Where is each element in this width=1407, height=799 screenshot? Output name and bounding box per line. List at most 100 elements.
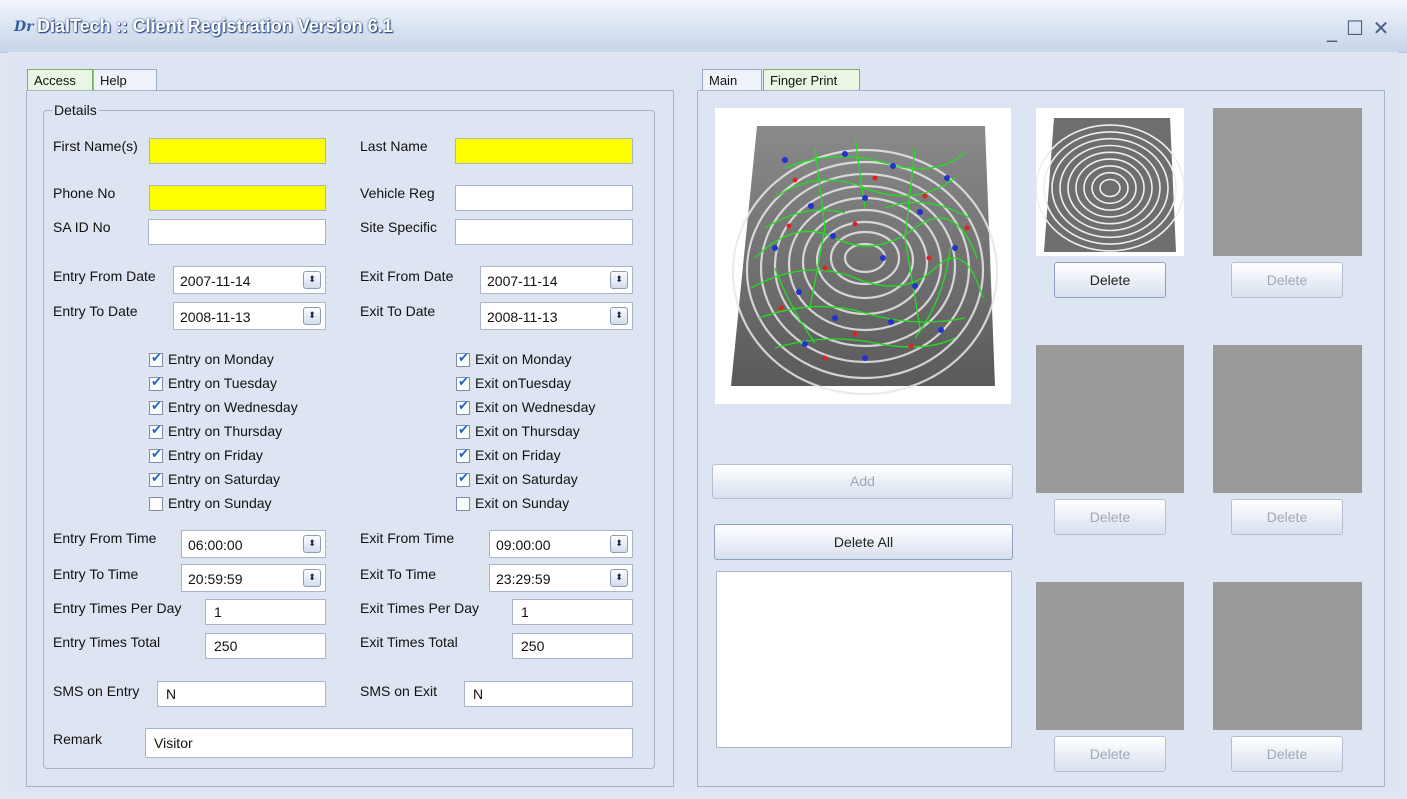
empty-fingerprint-slot [1213,345,1362,493]
checkmark-icon: ✔ [458,399,469,414]
tab-finger-print[interactable]: Finger Print [763,69,860,91]
empty-fingerprint-slot [1213,108,1362,256]
entry-day-label[interactable]: Entry on Saturday [168,471,280,487]
exit-day-label[interactable]: Exit onTuesday [475,375,571,391]
entry-from-time-spinner[interactable]: 06:00:00 ⬍ [181,530,326,558]
checkmark-icon: ✔ [151,375,162,390]
entry-day-checkbox[interactable]: ✔ [149,447,163,463]
spin-updown-icon[interactable]: ⬍ [303,535,321,553]
entry-to-date-picker[interactable]: 2008-11-13 ⬍ [173,302,326,330]
remark-field[interactable]: Visitor [145,728,633,758]
checkmark-icon: ✔ [458,447,469,462]
exit-to-date-picker[interactable]: 2008-11-13 ⬍ [480,302,633,330]
checkmark-icon: ✔ [151,447,162,462]
exit-from-date-value: 2007-11-14 [487,273,558,289]
entry-to-date-value: 2008-11-13 [180,309,251,325]
empty-fingerprint-slot [1036,582,1184,730]
delete-all-button[interactable]: Delete All [714,524,1013,560]
exit-to-date-label: Exit To Date [360,303,436,319]
entry-from-date-picker[interactable]: 2007-11-14 ⬍ [173,266,326,294]
close-icon[interactable]: ✕ [1369,16,1393,40]
sms-exit-label: SMS on Exit [360,683,438,699]
exit-day-checkbox[interactable]: ✔ [456,423,470,439]
entry-to-time-value: 20:59:59 [188,571,243,587]
add-button[interactable]: Add [712,464,1013,499]
sa-id-field[interactable] [148,219,326,245]
entry-day-checkbox[interactable]: ✔ [149,399,163,415]
phone-field[interactable] [149,185,326,211]
entry-day-label[interactable]: Entry on Sunday [168,495,272,511]
exit-from-time-spinner[interactable]: 09:00:00 ⬍ [489,530,633,558]
delete-slot-button[interactable]: Delete [1231,499,1343,535]
title-bar[interactable]: Dr DialTech :: Client Registration Versi… [0,0,1407,53]
entry-day-checkbox[interactable]: ✔ [149,471,163,487]
tab-help[interactable]: Help [93,69,157,91]
first-name-field[interactable] [149,138,326,164]
exit-day-label[interactable]: Exit on Wednesday [475,399,595,415]
empty-fingerprint-slot [1213,582,1362,730]
exit-day-label[interactable]: Exit on Monday [475,351,572,367]
entry-day-label[interactable]: Entry on Friday [168,447,263,463]
entry-total-label: Entry Times Total [53,634,161,650]
spin-updown-icon[interactable]: ⬍ [610,569,628,587]
entry-to-time-label: Entry To Time [53,566,139,582]
entry-from-time-value: 06:00:00 [188,537,243,553]
sms-entry-field[interactable]: N [157,681,326,707]
entry-day-checkbox[interactable]: ✔ [149,351,163,367]
delete-slot-button[interactable]: Delete [1054,736,1166,772]
exit-day-label[interactable]: Exit on Thursday [475,423,580,439]
entry-day-label[interactable]: Entry on Monday [168,351,274,367]
delete-slot-button[interactable]: Delete [1054,262,1166,298]
empty-fingerprint-slot [1036,345,1184,493]
checkmark-icon: ✔ [458,351,469,366]
calendar-dropdown-icon[interactable]: ⬍ [610,271,628,289]
exit-day-checkbox[interactable] [456,497,470,511]
calendar-dropdown-icon[interactable]: ⬍ [303,271,321,289]
remark-label: Remark [53,731,103,747]
entry-day-label[interactable]: Entry on Thursday [168,423,282,439]
exit-day-label[interactable]: Exit on Friday [475,447,561,463]
calendar-dropdown-icon[interactable]: ⬍ [303,307,321,325]
last-name-field[interactable] [455,138,633,164]
exit-day-checkbox[interactable]: ✔ [456,351,470,367]
exit-per-day-field[interactable]: 1 [512,599,633,625]
spin-updown-icon[interactable]: ⬍ [303,569,321,587]
entry-day-checkbox[interactable] [149,497,163,511]
sms-exit-field[interactable]: N [464,681,633,707]
tab-main[interactable]: Main [702,69,762,91]
checkmark-icon: ✔ [151,471,162,486]
entry-day-label[interactable]: Entry on Wednesday [168,399,298,415]
exit-day-checkbox[interactable]: ✔ [456,471,470,487]
entry-day-label[interactable]: Entry on Tuesday [168,375,277,391]
entry-from-date-label: Entry From Date [53,268,156,284]
exit-day-label[interactable]: Exit on Saturday [475,471,578,487]
maximize-icon[interactable]: ☐ [1343,16,1367,40]
entry-to-time-spinner[interactable]: 20:59:59 ⬍ [181,564,326,592]
exit-day-label[interactable]: Exit on Sunday [475,495,569,511]
delete-slot-button[interactable]: Delete [1231,262,1343,298]
sa-id-label: SA ID No [53,219,111,235]
exit-total-field[interactable]: 250 [512,633,633,659]
entry-total-field[interactable]: 250 [205,633,326,659]
exit-to-time-spinner[interactable]: 23:29:59 ⬍ [489,564,633,592]
app-icon: Dr [14,19,34,35]
delete-slot-button[interactable]: Delete [1054,499,1166,535]
calendar-dropdown-icon[interactable]: ⬍ [610,307,628,325]
exit-day-checkbox[interactable]: ✔ [456,399,470,415]
exit-day-checkbox[interactable]: ✔ [456,447,470,463]
sms-entry-label: SMS on Entry [53,683,140,699]
exit-day-checkbox[interactable]: ✔ [456,375,470,391]
vehicle-reg-field[interactable] [455,185,633,211]
entry-day-checkbox[interactable]: ✔ [149,375,163,391]
window-title: DialTech :: Client Registration Version … [37,16,393,36]
fingerprint-thumbnail [1035,108,1185,256]
site-specific-field[interactable] [455,219,633,245]
delete-slot-button[interactable]: Delete [1231,736,1343,772]
spin-updown-icon[interactable]: ⬍ [610,535,628,553]
exit-from-date-picker[interactable]: 2007-11-14 ⬍ [480,266,633,294]
entry-per-day-field[interactable]: 1 [205,599,326,625]
minimize-icon[interactable]: _ [1320,18,1344,42]
fingerprint-list[interactable] [716,571,1012,748]
tab-access[interactable]: Access [27,69,93,91]
entry-day-checkbox[interactable]: ✔ [149,423,163,439]
